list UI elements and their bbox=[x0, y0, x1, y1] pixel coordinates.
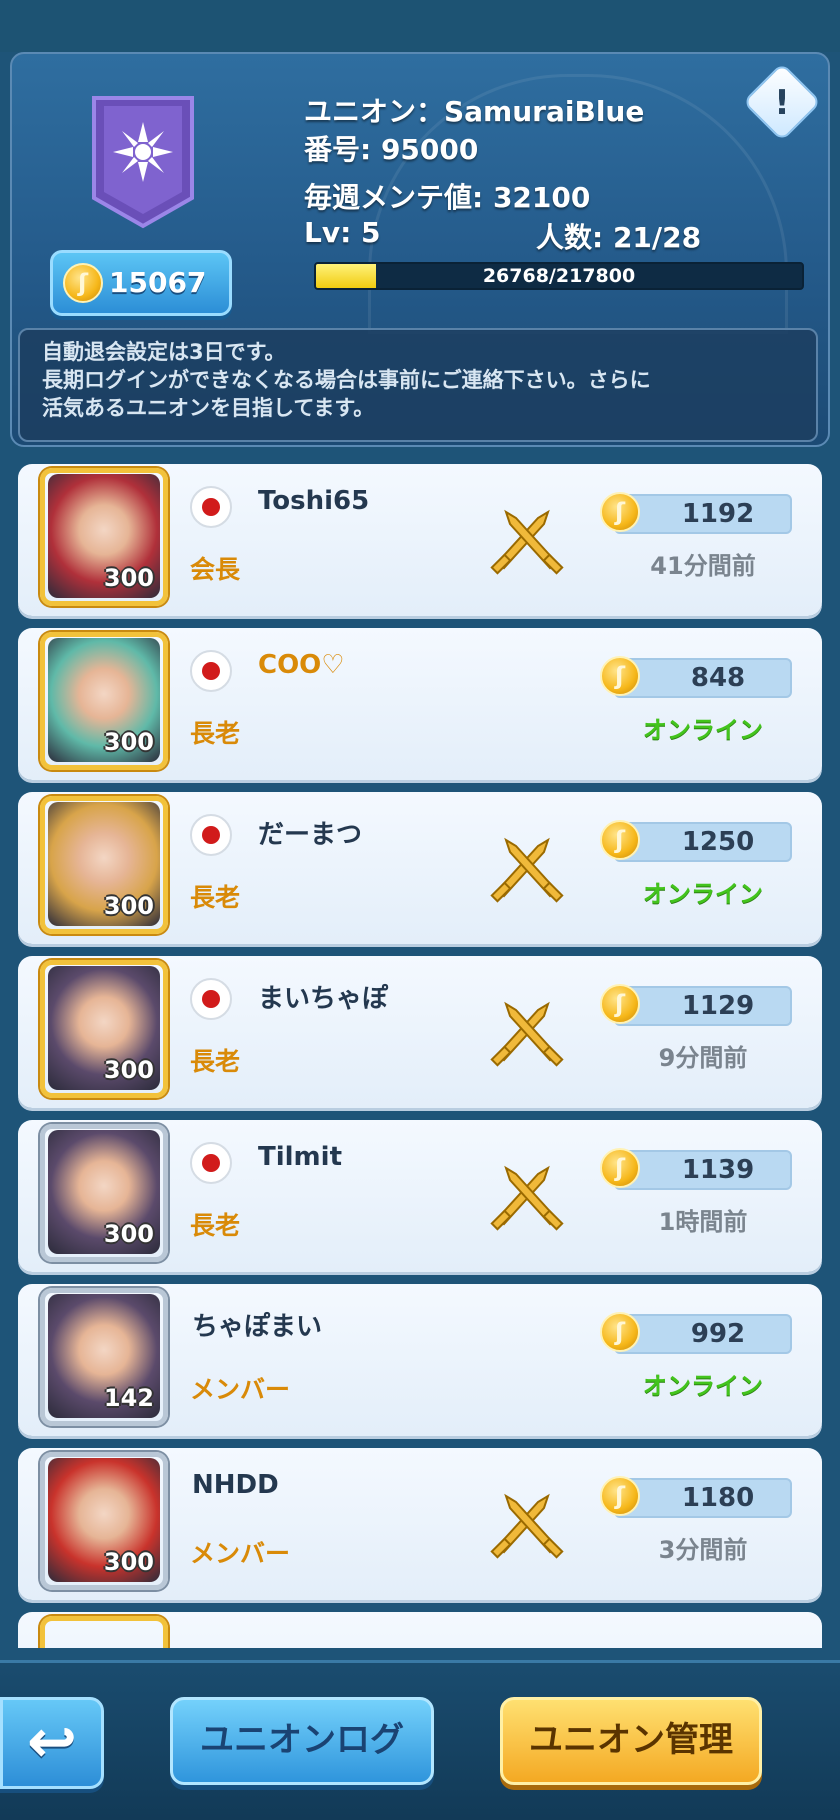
member-points-value: 992 bbox=[690, 1319, 746, 1349]
japan-flag-icon bbox=[190, 978, 232, 1020]
member-row[interactable]: 300 Tilmit 長老 1139 1時間前 bbox=[18, 1120, 822, 1272]
avatar[interactable]: 300 bbox=[48, 802, 160, 926]
info-button[interactable]: ! bbox=[742, 62, 822, 142]
avatar[interactable]: 142 bbox=[48, 1294, 160, 1418]
top-status-bar bbox=[0, 0, 840, 52]
gold-coin-icon bbox=[600, 1148, 640, 1188]
avatar-level: 142 bbox=[103, 1384, 154, 1412]
avatar-level: 300 bbox=[103, 728, 154, 756]
avatar-frame bbox=[40, 1616, 168, 1648]
member-points-value: 1129 bbox=[681, 991, 755, 1021]
member-name: COO♡ bbox=[258, 650, 345, 680]
union-coin-value: 15067 bbox=[109, 266, 207, 299]
member-role: 会長 bbox=[190, 555, 241, 584]
member-status: 41分間前 bbox=[650, 552, 756, 580]
gold-coin-icon bbox=[600, 492, 640, 532]
member-name: まいちゃぽ bbox=[258, 984, 389, 1014]
avatar-level: 300 bbox=[103, 1220, 154, 1248]
avatar[interactable]: 300 bbox=[48, 966, 160, 1090]
union-banner-emblem-icon bbox=[92, 96, 194, 229]
member-points-value: 1139 bbox=[681, 1155, 755, 1185]
member-count: 人数: 21/28 bbox=[536, 221, 702, 254]
member-name: ちゃぽまい bbox=[192, 1312, 323, 1342]
avatar[interactable]: 300 bbox=[48, 1458, 160, 1582]
member-status: 3分間前 bbox=[658, 1536, 748, 1564]
weekly-maintenance-value: 毎週メンテ値: 32100 bbox=[304, 181, 591, 214]
avatar-level: 300 bbox=[103, 564, 154, 592]
japan-flag-icon bbox=[190, 1142, 232, 1184]
gold-coin-icon bbox=[63, 263, 103, 303]
union-xp-bar: 26768/217800 bbox=[314, 262, 804, 290]
union-manage-button[interactable]: ユニオン管理 bbox=[500, 1697, 762, 1785]
member-status: オンライン bbox=[643, 880, 763, 908]
notice-line-2: 長期ログインができなくなる場合は事前にご連絡下さい。さらに bbox=[42, 368, 651, 392]
member-status: 9分間前 bbox=[658, 1044, 748, 1072]
japan-flag-icon bbox=[190, 486, 232, 528]
avatar-level: 300 bbox=[103, 1548, 154, 1576]
member-points: 1250 bbox=[600, 820, 792, 862]
union-number: 番号: 95000 bbox=[304, 133, 479, 166]
xp-bar-text: 26768/217800 bbox=[482, 265, 636, 287]
member-row[interactable]: 142 ちゃぽまいメンバー 992 オンライン bbox=[18, 1284, 822, 1436]
gold-coin-icon bbox=[600, 656, 640, 696]
member-row[interactable]: 300 Toshi65 会長 1192 41分間前 bbox=[18, 464, 822, 616]
union-log-button[interactable]: ユニオンログ bbox=[170, 1697, 434, 1785]
gold-coin-icon bbox=[600, 820, 640, 860]
member-points: 1129 bbox=[600, 984, 792, 1026]
member-points: 992 bbox=[600, 1312, 792, 1354]
japan-flag-icon bbox=[190, 650, 232, 692]
gold-coin-icon bbox=[600, 1312, 640, 1352]
crossed-swords-icon bbox=[490, 509, 564, 575]
gold-coin-icon bbox=[600, 1476, 640, 1516]
member-points: 1139 bbox=[600, 1148, 792, 1190]
notice-line-3: 活気あるユニオンを目指してます。 bbox=[42, 396, 375, 420]
member-row[interactable]: 300 COO♡ 長老 848 オンライン bbox=[18, 628, 822, 780]
member-points-value: 848 bbox=[690, 663, 746, 693]
union-notice: 自動退会設定は3日です。 長期ログインができなくなる場合は事前にご連絡下さい。さ… bbox=[18, 328, 818, 442]
member-points: 1180 bbox=[600, 1476, 792, 1518]
member-role: 長老 bbox=[190, 1211, 241, 1240]
avatar[interactable]: 300 bbox=[48, 1130, 160, 1254]
back-button[interactable]: ↩ bbox=[0, 1697, 104, 1789]
member-row[interactable]: 300 NHDD メンバー 1180 3分間前 bbox=[18, 1448, 822, 1600]
avatar-level: 300 bbox=[103, 892, 154, 920]
avatar-level: 300 bbox=[103, 1056, 154, 1084]
crossed-swords-icon bbox=[490, 1165, 564, 1231]
crossed-swords-icon bbox=[490, 837, 564, 903]
union-coin-button[interactable]: 15067 bbox=[50, 250, 232, 316]
member-role: 長老 bbox=[190, 1047, 241, 1076]
member-role: メンバー bbox=[190, 1375, 291, 1404]
member-points-value: 1192 bbox=[681, 499, 755, 529]
crossed-swords-icon bbox=[490, 1001, 564, 1067]
member-role: 長老 bbox=[190, 719, 241, 748]
exclamation-icon: ! bbox=[774, 83, 790, 123]
member-status: 1時間前 bbox=[658, 1208, 748, 1236]
member-status: オンライン bbox=[643, 716, 763, 744]
avatar[interactable]: 300 bbox=[48, 638, 160, 762]
member-status: オンライン bbox=[643, 1372, 763, 1400]
avatar[interactable]: 300 bbox=[48, 474, 160, 598]
member-row[interactable]: 300 だーまつ長老 1250 オンライン bbox=[18, 792, 822, 944]
member-role: メンバー bbox=[190, 1539, 291, 1568]
union-level: Lv: 5 bbox=[304, 216, 381, 249]
union-name: ユニオン：SamuraiBlue bbox=[304, 95, 645, 128]
member-points-value: 1250 bbox=[681, 827, 755, 857]
member-name: NHDD bbox=[192, 1470, 279, 1500]
notice-line-1: 自動退会設定は3日です。 bbox=[42, 340, 286, 364]
member-points-value: 1180 bbox=[681, 1483, 755, 1513]
member-name: だーまつ bbox=[258, 820, 363, 850]
member-row[interactable]: 300 まいちゃぽ長老 1129 9分間前 bbox=[18, 956, 822, 1108]
member-row-partial[interactable] bbox=[18, 1612, 822, 1648]
gold-coin-icon bbox=[600, 984, 640, 1024]
member-list[interactable]: 300Toshi65会長119241分間前300COO♡長老848オンライン30… bbox=[0, 456, 840, 1648]
crossed-swords-icon bbox=[490, 1493, 564, 1559]
member-name: Tilmit bbox=[258, 1142, 342, 1172]
bottom-nav-bar: ↩ ユニオンログ ユニオン管理 bbox=[0, 1660, 840, 1820]
member-points: 848 bbox=[600, 656, 792, 698]
back-arrow-icon: ↩ bbox=[26, 1707, 78, 1777]
member-points: 1192 bbox=[600, 492, 792, 534]
japan-flag-icon bbox=[190, 814, 232, 856]
member-role: 長老 bbox=[190, 883, 241, 912]
member-name: Toshi65 bbox=[258, 486, 370, 516]
